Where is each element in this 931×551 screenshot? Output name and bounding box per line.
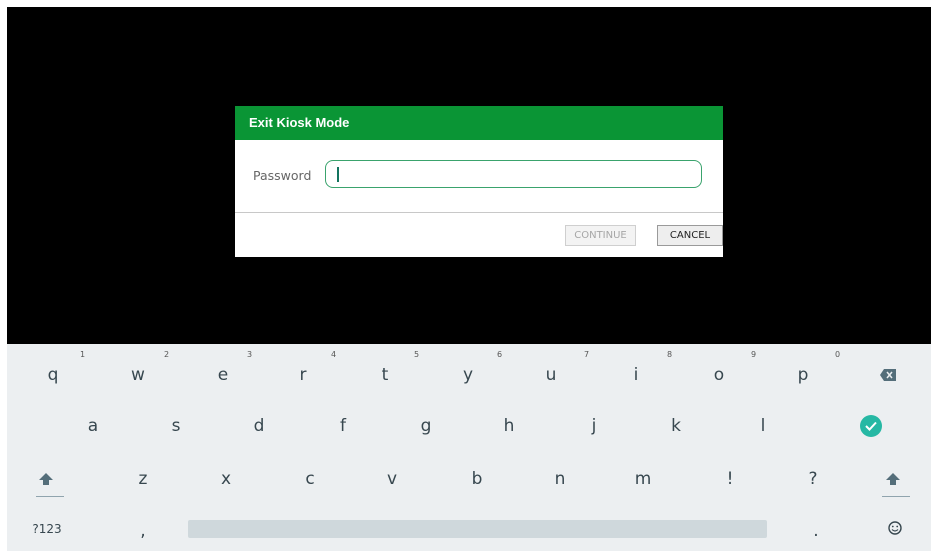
key-o[interactable]: o <box>678 360 760 390</box>
key-comma[interactable]: , <box>102 516 184 546</box>
key-m[interactable]: m <box>602 464 684 494</box>
key-question[interactable]: ? <box>772 464 854 494</box>
enter-check-icon <box>860 415 882 437</box>
shift-underline <box>36 496 64 497</box>
key-h[interactable]: h <box>468 411 550 441</box>
continue-button[interactable]: CONTINUE <box>565 225 636 246</box>
key-c[interactable]: c <box>269 464 351 494</box>
key-q[interactable]: q <box>12 360 94 390</box>
backspace-key[interactable] <box>847 360 929 390</box>
key-x[interactable]: x <box>185 464 267 494</box>
key-u[interactable]: u <box>510 360 592 390</box>
key-j[interactable]: j <box>553 411 635 441</box>
cancel-button[interactable]: CANCEL <box>657 225 723 246</box>
shift-icon <box>39 473 53 485</box>
key-v[interactable]: v <box>351 464 433 494</box>
text-caret <box>337 167 339 182</box>
key-i[interactable]: i <box>595 360 677 390</box>
key-hint: 4 <box>331 350 337 359</box>
dialog-divider <box>235 212 723 213</box>
key-hint: 3 <box>247 350 253 359</box>
key-s[interactable]: s <box>135 411 217 441</box>
key-d[interactable]: d <box>218 411 300 441</box>
dialog-title: Exit Kiosk Mode <box>235 106 723 140</box>
emoji-key[interactable] <box>854 513 931 543</box>
key-hint: 0 <box>835 350 841 359</box>
key-l[interactable]: l <box>722 411 804 441</box>
shift-key-left[interactable] <box>5 464 87 494</box>
shift-underline <box>882 496 910 497</box>
key-w[interactable]: w <box>97 360 179 390</box>
key-hint: 7 <box>584 350 590 359</box>
password-label: Password <box>253 168 312 183</box>
spacebar[interactable] <box>188 520 767 538</box>
key-b[interactable]: b <box>436 464 518 494</box>
key-r[interactable]: r <box>262 360 344 390</box>
key-z[interactable]: z <box>102 464 184 494</box>
enter-key[interactable] <box>830 411 912 441</box>
key-y[interactable]: y <box>427 360 509 390</box>
shift-icon <box>886 473 900 485</box>
key-g[interactable]: g <box>385 411 467 441</box>
key-k[interactable]: k <box>635 411 717 441</box>
key-hint: 5 <box>414 350 420 359</box>
on-screen-keyboard: q 1 w 2 e 3 r 4 t 5 y 6 u 7 i 8 o 9 p 0 … <box>7 344 931 551</box>
symbols-key[interactable]: ?123 <box>12 514 82 544</box>
emoji-icon <box>888 521 902 535</box>
key-f[interactable]: f <box>302 411 384 441</box>
key-n[interactable]: n <box>519 464 601 494</box>
key-hint: 8 <box>667 350 673 359</box>
app-background: Exit Kiosk Mode Password CONTINUE CANCEL <box>7 7 931 344</box>
key-hint: 6 <box>497 350 503 359</box>
key-a[interactable]: a <box>52 411 134 441</box>
key-hint: 1 <box>80 350 86 359</box>
key-exclamation[interactable]: ! <box>689 464 771 494</box>
key-hint: 2 <box>164 350 170 359</box>
key-e[interactable]: e <box>182 360 264 390</box>
shift-key-right[interactable] <box>852 464 931 494</box>
backspace-icon <box>880 369 896 381</box>
exit-kiosk-dialog: Exit Kiosk Mode Password CONTINUE CANCEL <box>235 106 723 257</box>
key-t[interactable]: t <box>344 360 426 390</box>
key-p[interactable]: p <box>762 360 844 390</box>
key-hint: 9 <box>751 350 757 359</box>
key-period[interactable]: . <box>775 516 857 546</box>
password-input[interactable] <box>325 160 702 188</box>
